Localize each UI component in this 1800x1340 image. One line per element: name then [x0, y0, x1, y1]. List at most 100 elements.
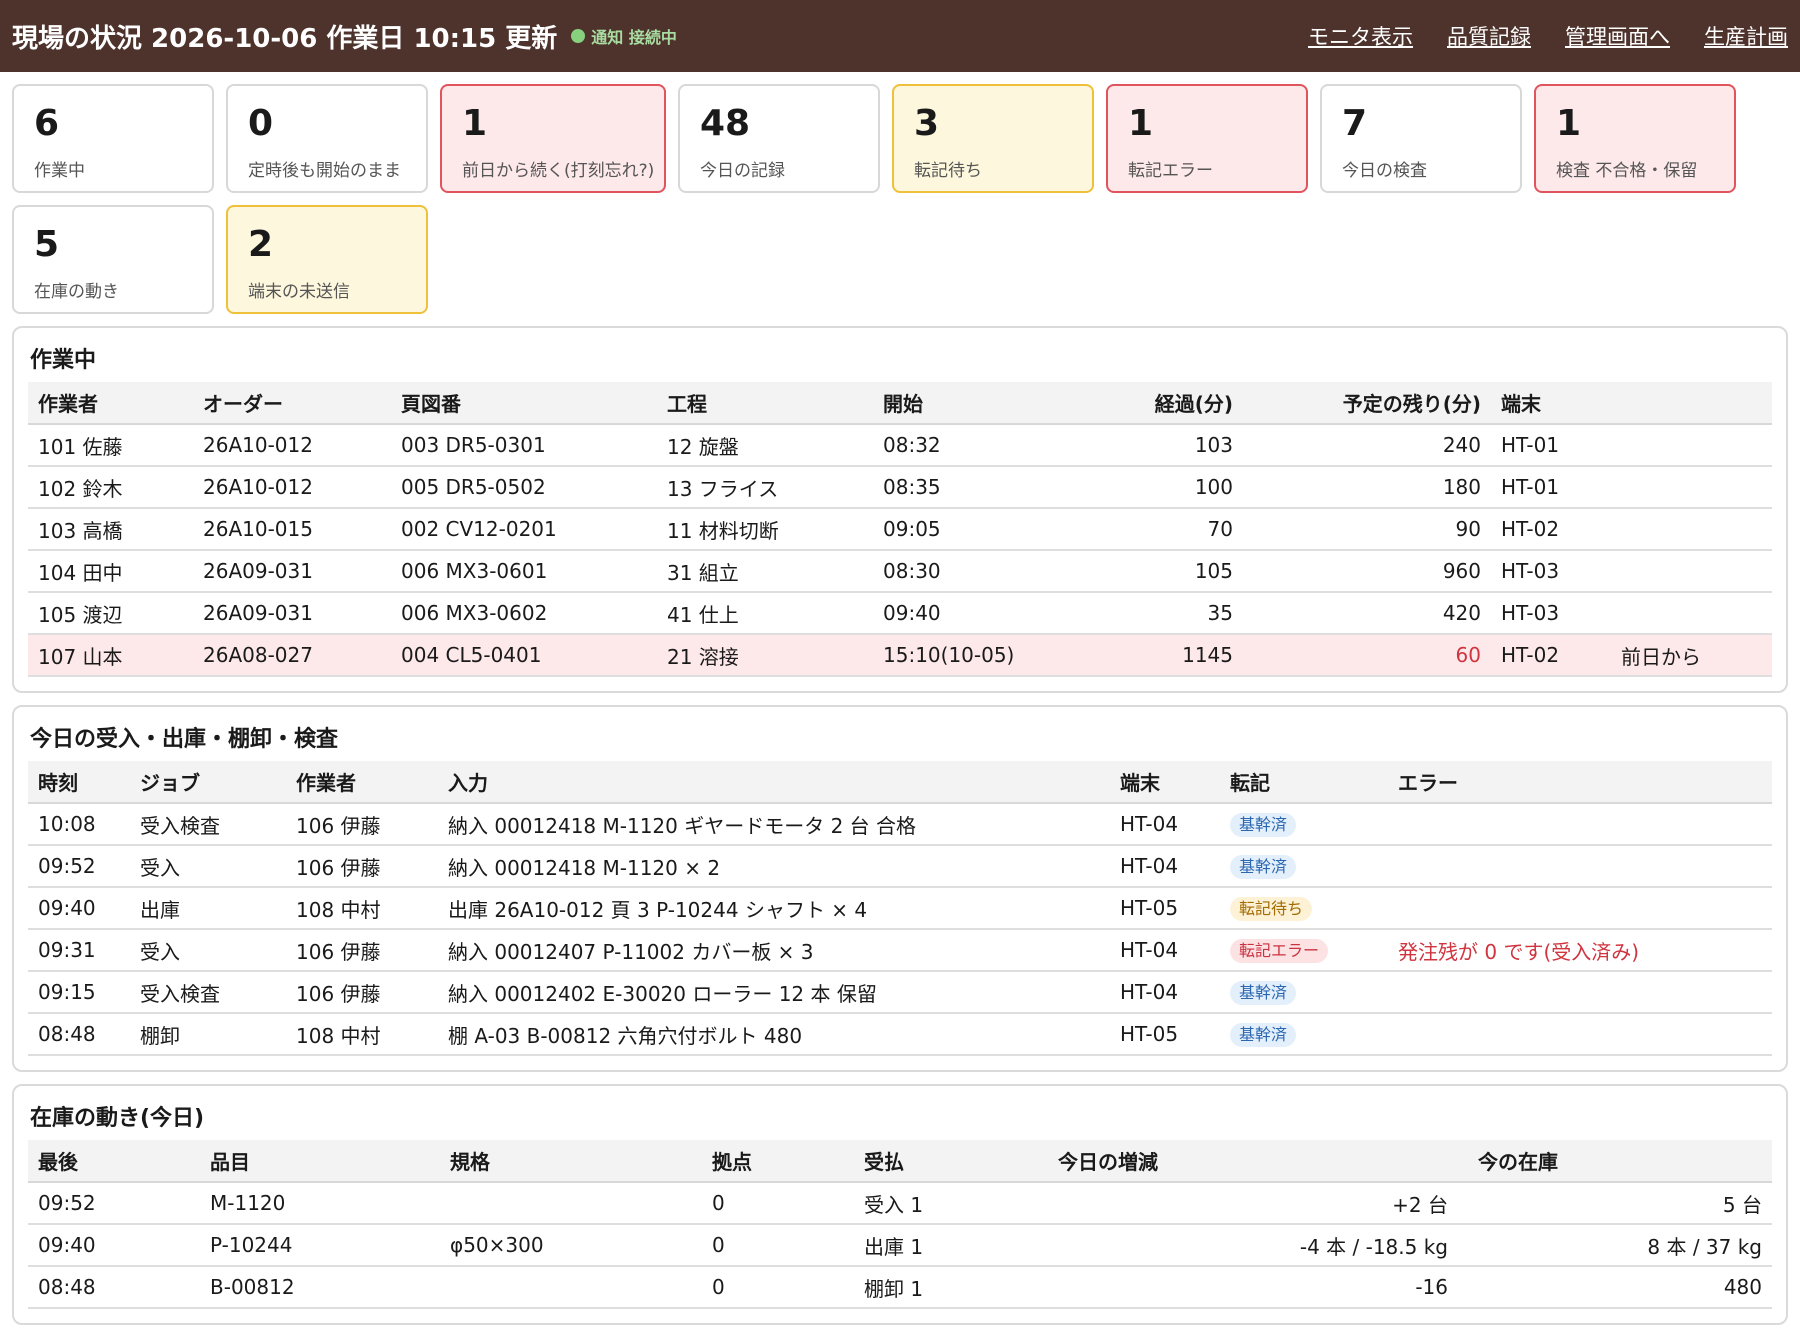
cell-terminal: HT-04	[1110, 845, 1220, 888]
cell-terminal: HT-01	[1491, 424, 1611, 467]
cell-order: 26A10-015	[193, 508, 391, 551]
column-header: 今日の増減	[1048, 1140, 1458, 1183]
card-value: 5	[34, 224, 60, 265]
card-value: 1	[1556, 103, 1582, 144]
top-nav: モニタ表示 品質記録 管理画面へ 生産計画	[1308, 21, 1788, 51]
table-row[interactable]: 105 渡辺 26A09-031 006 MX3-0602 41 仕上 09:4…	[28, 592, 1772, 635]
table-row-alert[interactable]: 107 山本 26A08-027 004 CL5-0401 21 溶接 15:1…	[28, 634, 1772, 677]
cell-error	[1388, 845, 1772, 888]
status-badge: 基幹済	[1230, 1023, 1297, 1047]
cell-terminal: HT-04	[1110, 803, 1220, 846]
table-header-row: 最後 品目 規格 拠点 受払 今日の増減 今の在庫	[28, 1140, 1772, 1183]
cell-movement: 棚卸 1	[854, 1266, 1048, 1309]
card-working[interactable]: 6 作業中	[12, 84, 214, 193]
stock-panel: 在庫の動き(今日) 最後 品目 規格 拠点 受払 今日の増減 今の在庫 09:5…	[12, 1084, 1788, 1325]
cell-item: P-10244	[200, 1224, 440, 1267]
cell-start: 09:40	[873, 592, 1033, 635]
card-value: 2	[248, 224, 274, 265]
today-title: 今日の受入・出庫・棚卸・検査	[30, 727, 339, 752]
cell-note	[1611, 424, 1772, 467]
cell-remaining: 180	[1243, 466, 1491, 509]
cell-input: 棚 A-03 B-00812 六角穴付ボルト 480	[438, 1013, 1110, 1056]
card-stock-moves[interactable]: 5 在庫の動き	[12, 205, 214, 314]
cell-terminal: HT-01	[1491, 466, 1611, 509]
nav-link-monitor[interactable]: モニタ表示	[1308, 21, 1413, 51]
table-header-row: 時刻 ジョブ 作業者 入力 端末 転記 エラー	[28, 761, 1772, 804]
cell-job: 棚卸	[130, 1013, 286, 1056]
cell-job: 受入検査	[130, 803, 286, 846]
card-transfer-wait[interactable]: 3 転記待ち	[892, 84, 1094, 193]
column-header: 端末	[1110, 761, 1220, 804]
connection-status: 通知 接続中	[571, 24, 677, 48]
table-row[interactable]: 09:15 受入検査 106 伊藤 納入 00012402 E-30020 ロー…	[28, 971, 1772, 1014]
table-row[interactable]: 10:08 受入検査 106 伊藤 納入 00012418 M-1120 ギヤー…	[28, 803, 1772, 846]
cell-input: 納入 00012407 P-11002 カバー板 × 3	[438, 929, 1110, 972]
today-panel: 今日の受入・出庫・棚卸・検査 時刻 ジョブ 作業者 入力 端末 転記 エラー 1…	[12, 705, 1788, 1072]
table-row[interactable]: 09:40 P-10244 φ50×300 0 出庫 1 -4 本 / -18.…	[28, 1224, 1772, 1267]
table-row[interactable]: 102 鈴木 26A10-012 005 DR5-0502 13 フライス 08…	[28, 466, 1772, 509]
cell-note: 前日から	[1611, 634, 1772, 677]
table-row[interactable]: 104 田中 26A09-031 006 MX3-0601 31 組立 08:3…	[28, 550, 1772, 593]
cell-remaining: 60	[1243, 634, 1491, 677]
status-badge: 基幹済	[1230, 813, 1297, 837]
card-value: 1	[1128, 103, 1154, 144]
card-today-inspection[interactable]: 7 今日の検査	[1320, 84, 1522, 193]
cell-site: 0	[702, 1182, 854, 1225]
nav-link-admin[interactable]: 管理画面へ	[1565, 21, 1670, 51]
nav-link-quality[interactable]: 品質記録	[1447, 21, 1531, 51]
column-header: 規格	[440, 1140, 702, 1183]
table-row[interactable]: 09:52 M-1120 0 受入 1 +2 台 5 台	[28, 1182, 1772, 1225]
table-row[interactable]: 09:52 受入 106 伊藤 納入 00012418 M-1120 × 2 H…	[28, 845, 1772, 888]
cell-spec	[440, 1266, 702, 1309]
cell-terminal: HT-02	[1491, 508, 1611, 551]
cell-terminal: HT-05	[1110, 1013, 1220, 1056]
cell-input: 納入 00012402 E-30020 ローラー 12 本 保留	[438, 971, 1110, 1014]
column-header	[1611, 382, 1772, 425]
nav-link-plan[interactable]: 生産計画	[1704, 21, 1788, 51]
table-row[interactable]: 08:48 棚卸 108 中村 棚 A-03 B-00812 六角穴付ボルト 4…	[28, 1013, 1772, 1056]
table-row[interactable]: 101 佐藤 26A10-012 003 DR5-0301 12 旋盤 08:3…	[28, 424, 1772, 467]
card-overtime[interactable]: 0 定時後も開始のまま	[226, 84, 428, 193]
cell-site: 0	[702, 1224, 854, 1267]
card-transfer-error[interactable]: 1 転記エラー	[1106, 84, 1308, 193]
cell-worker: 106 伊藤	[286, 803, 438, 846]
cell-job: 受入	[130, 845, 286, 888]
column-header: 今の在庫	[1458, 1140, 1772, 1183]
cell-transfer: 転記エラー	[1220, 929, 1388, 972]
summary-cards: 6 作業中 0 定時後も開始のまま 1 前日から続く(打刻忘れ?) 48 今日の…	[0, 72, 1760, 314]
cell-process: 12 旋盤	[657, 424, 873, 467]
column-header: 作業者	[28, 382, 193, 425]
column-header: エラー	[1388, 761, 1772, 804]
cell-worker: 102 鈴木	[28, 466, 193, 509]
card-label: 在庫の動き	[34, 282, 119, 302]
connection-label: 通知 接続中	[591, 28, 677, 47]
table-row[interactable]: 08:48 B-00812 0 棚卸 1 -16 480	[28, 1266, 1772, 1309]
card-inspection-fail[interactable]: 1 検査 不合格・保留	[1534, 84, 1736, 193]
cell-note	[1611, 592, 1772, 635]
cell-order: 26A09-031	[193, 592, 391, 635]
cell-stock: 5 台	[1458, 1182, 1772, 1225]
cell-time: 09:31	[28, 929, 130, 972]
cell-elapsed: 105	[1033, 550, 1243, 593]
cell-job: 受入検査	[130, 971, 286, 1014]
cell-time: 09:52	[28, 845, 130, 888]
cell-elapsed: 70	[1033, 508, 1243, 551]
title-wrap: 現場の状況 2026-10-06 作業日 10:15 更新 通知 接続中	[12, 18, 677, 55]
column-header: 受払	[854, 1140, 1048, 1183]
card-value: 0	[248, 103, 274, 144]
cell-worker: 106 伊藤	[286, 929, 438, 972]
table-row[interactable]: 09:40 出庫 108 中村 出庫 26A10-012 頁 3 P-10244…	[28, 887, 1772, 930]
cell-error	[1388, 803, 1772, 846]
cell-order: 26A08-027	[193, 634, 391, 677]
column-header: 時刻	[28, 761, 130, 804]
cell-error	[1388, 887, 1772, 930]
table-row[interactable]: 103 高橋 26A10-015 002 CV12-0201 11 材料切断 0…	[28, 508, 1772, 551]
card-today-records[interactable]: 48 今日の記録	[678, 84, 880, 193]
cell-last: 09:52	[28, 1182, 200, 1225]
cell-terminal: HT-04	[1110, 971, 1220, 1014]
table-row[interactable]: 09:31 受入 106 伊藤 納入 00012407 P-11002 カバー板…	[28, 929, 1772, 972]
cell-drawing: 003 DR5-0301	[391, 424, 657, 467]
cell-transfer: 基幹済	[1220, 803, 1388, 846]
card-unsent[interactable]: 2 端末の未送信	[226, 205, 428, 314]
card-carryover[interactable]: 1 前日から続く(打刻忘れ?)	[440, 84, 666, 193]
